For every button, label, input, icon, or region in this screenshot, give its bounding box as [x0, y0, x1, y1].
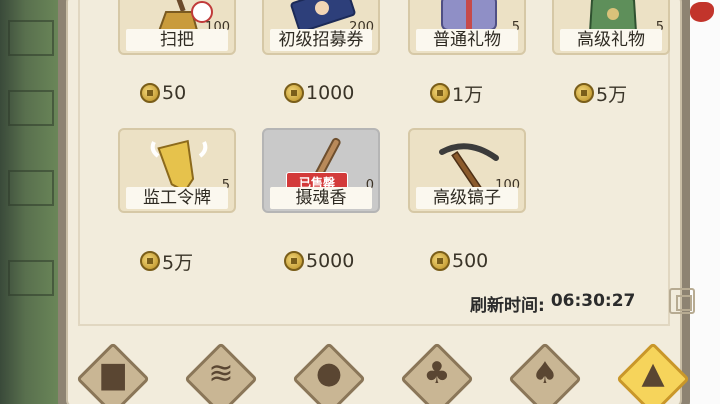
plum-blossom-icon: [690, 2, 714, 22]
shop-item-supervisor-token[interactable]: 5 监工令牌 5万: [118, 128, 236, 274]
shop-item-premium-gift[interactable]: 5 高级礼物 5万: [552, 0, 670, 106]
price-value: 5万: [162, 251, 194, 274]
price-value: 5万: [596, 83, 628, 106]
coin-icon: [574, 83, 594, 103]
item-name: 初级招募券: [270, 29, 372, 51]
item-price: 5000: [284, 250, 354, 272]
item-price: 1000: [284, 82, 354, 104]
tab-fish[interactable]: ≋: [184, 342, 258, 404]
item-name: 高级镐子: [416, 187, 518, 209]
coin-icon: [284, 251, 304, 271]
background-scenery-left: [0, 0, 64, 404]
tab-tools[interactable]: ▲: [616, 342, 690, 404]
price-value: 50: [162, 82, 187, 104]
item-price: 5万: [574, 82, 628, 106]
seed-bag-icon: ▆: [101, 356, 125, 391]
refresh-time: 06:30:27: [550, 291, 636, 311]
tab-goods[interactable]: ♠: [508, 342, 582, 404]
coin-icon: [430, 83, 450, 103]
pig-icon: ●: [315, 356, 343, 391]
shop-item-premium-pickaxe[interactable]: 100 高级镐子 500: [408, 128, 526, 272]
item-price: 5万: [140, 250, 194, 274]
coin-icon: [284, 83, 304, 103]
pickaxe-icon: [439, 143, 499, 193]
hammer-icon: ▲: [641, 356, 665, 391]
token-icon: [150, 139, 208, 193]
refresh-timer: 刷新时间: 06:30:27: [470, 291, 635, 316]
price-value: 500: [452, 250, 489, 272]
coin-icon: [430, 251, 450, 271]
refresh-label: 刷新时间:: [470, 296, 545, 316]
shop-item-recruit-ticket[interactable]: 200 初级招募券 1000: [262, 0, 380, 104]
fish-icon: ≋: [208, 356, 234, 391]
price-value: 5000: [306, 250, 355, 272]
shop-item-normal-gift[interactable]: 5 普通礼物 1万: [408, 0, 526, 106]
tab-feed[interactable]: ♣: [400, 342, 474, 404]
shop-item-broom[interactable]: 100 扫把 50: [118, 0, 236, 104]
item-name: 扫把: [126, 29, 228, 51]
bottom-tab-bar: ▆ ≋ ● ♣ ♠ ▲: [64, 334, 694, 404]
item-price: 1万: [430, 82, 484, 106]
item-name: 监工令牌: [126, 187, 228, 209]
tab-livestock[interactable]: ●: [292, 342, 366, 404]
corner-ornament: [669, 288, 695, 314]
item-name: 普通礼物: [416, 29, 518, 51]
item-price: 50: [140, 82, 186, 104]
item-price: 500: [430, 250, 488, 272]
price-value: 1万: [452, 83, 484, 106]
price-value: 1000: [306, 82, 355, 104]
teapot-icon: ♠: [531, 356, 559, 391]
coin-icon: [140, 83, 160, 103]
tab-seeds[interactable]: ▆: [76, 342, 150, 404]
item-name: 摄魂香: [270, 187, 372, 209]
shop-item-incense[interactable]: 已售罄 0 摄魂香 5000: [262, 128, 380, 272]
coin-icon: [140, 251, 160, 271]
feed-bag-icon: ♣: [423, 356, 451, 391]
item-name: 高级礼物: [560, 29, 662, 51]
